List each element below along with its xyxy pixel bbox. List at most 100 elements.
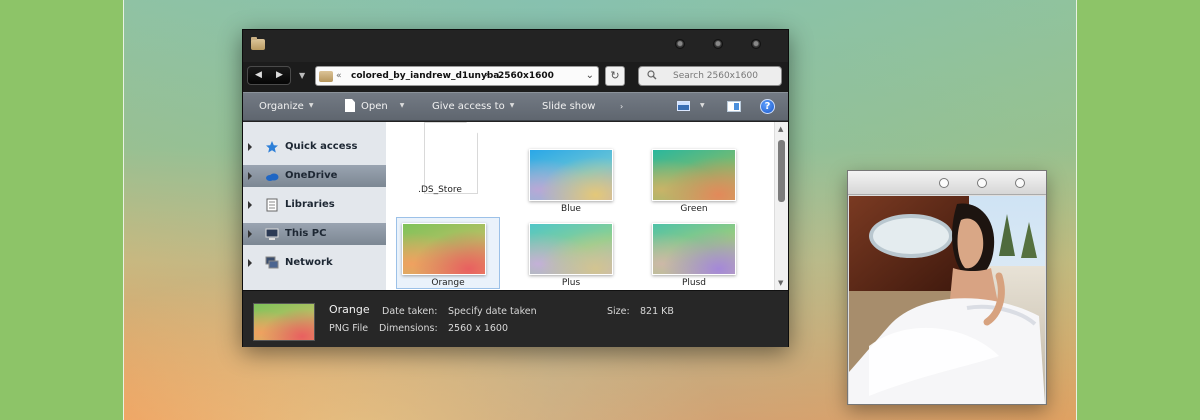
dimensions-label: Dimensions: [379, 323, 438, 334]
explorer-window: ◀ ▶ ▼ « colored_by_iandrew_d1unyba › 256… [242, 29, 789, 347]
nav-label: OneDrive [285, 170, 338, 181]
address-overflow-chevron[interactable]: « [336, 71, 342, 81]
chevron-down-icon: ▼ [399, 102, 405, 109]
help-icon[interactable]: ? [760, 99, 775, 114]
back-button[interactable]: ◀ [255, 71, 262, 80]
library-icon [266, 198, 278, 212]
navigation-pane: Quick access OneDrive Libraries This PC … [243, 122, 386, 290]
nav-label: Network [285, 257, 333, 268]
file-item-green[interactable]: Green [642, 149, 738, 221]
vertical-scrollbar[interactable]: ▲ ▼ [774, 122, 788, 290]
nav-item-quick-access[interactable]: Quick access [243, 136, 386, 158]
file-item-ds-store[interactable]: .DS_Store [388, 122, 484, 202]
expand-arrow-icon[interactable] [248, 201, 252, 209]
scroll-up-icon[interactable]: ▲ [778, 125, 783, 133]
details-pane: Orange PNG File Date taken: Specify date… [243, 290, 788, 347]
dimensions-value: 2560 x 1600 [448, 323, 509, 334]
date-taken-value[interactable]: Specify date taken [448, 306, 537, 317]
navigation-buttons: ◀ ▶ [247, 66, 291, 85]
open-button[interactable]: Open ▼ [345, 99, 404, 112]
open-label: Open [361, 101, 388, 112]
expand-arrow-icon[interactable] [248, 230, 252, 238]
breadcrumb-separator[interactable]: › [485, 70, 489, 80]
view-options-chevron[interactable]: ▼ [700, 102, 705, 109]
search-placeholder: Search 2560x1600 [673, 71, 758, 81]
file-name: Blue [561, 204, 581, 214]
file-list: .DS_Store Blue Green Orange Plus Plusd [386, 122, 774, 290]
organize-button[interactable]: Organize ▼ [259, 101, 313, 112]
maximize-button[interactable] [713, 39, 723, 49]
chevron-down-icon[interactable]: ⌄ [586, 70, 594, 81]
image-thumbnail [402, 223, 486, 275]
image-thumbnail [529, 223, 613, 275]
details-file-name: Orange [329, 303, 370, 316]
title-bar[interactable] [243, 30, 788, 62]
guide-line-right [1076, 0, 1077, 420]
file-item-blue[interactable]: Blue [519, 149, 615, 221]
breadcrumb-current[interactable]: 2560x1600 [498, 71, 554, 81]
slideshow-label: Slide show [542, 101, 596, 112]
folder-icon [319, 71, 333, 82]
document-icon [345, 99, 355, 112]
organize-label: Organize [259, 101, 304, 112]
forward-button[interactable]: ▶ [276, 71, 283, 80]
photo-viewer-window [847, 170, 1047, 405]
photo-title-bar[interactable] [848, 171, 1046, 195]
recent-locations-button[interactable]: ▼ [299, 71, 305, 80]
scroll-down-icon[interactable]: ▼ [778, 279, 783, 287]
close-button[interactable] [751, 39, 761, 49]
folder-icon [251, 37, 265, 50]
image-thumbnail [652, 149, 736, 201]
more-commands-chevron[interactable]: › [620, 102, 623, 111]
close-button[interactable] [1015, 178, 1025, 188]
maximize-button[interactable] [977, 178, 987, 188]
file-item-plusd[interactable]: Plusd [642, 223, 738, 290]
command-bar: Organize ▼ Open ▼ Give access to ▼ Slide sh… [243, 92, 788, 121]
file-name: Plus [561, 278, 581, 288]
details-thumbnail [253, 303, 315, 341]
nav-label: This PC [285, 228, 327, 239]
size-value: 821 KB [640, 306, 674, 317]
star-icon [266, 141, 278, 153]
minimize-button[interactable] [939, 178, 949, 188]
size-label: Size: [607, 306, 630, 317]
search-icon [647, 70, 657, 80]
image-thumbnail [652, 223, 736, 275]
preview-pane-icon[interactable] [727, 101, 741, 112]
photo-illustration [849, 196, 1045, 404]
file-name: Orange [431, 278, 465, 288]
chevron-down-icon: ▼ [509, 102, 515, 109]
cloud-icon [266, 173, 279, 181]
scrollbar-thumb[interactable] [778, 140, 785, 202]
document-icon [424, 122, 478, 194]
minimize-button[interactable] [675, 39, 685, 49]
expand-arrow-icon[interactable] [248, 172, 252, 180]
nav-label: Libraries [285, 199, 335, 210]
network-icon [265, 256, 279, 269]
date-taken-label: Date taken: [382, 306, 438, 317]
search-input[interactable]: Search 2560x1600 [638, 66, 782, 86]
give-access-button[interactable]: Give access to ▼ [432, 101, 514, 112]
nav-item-this-pc[interactable]: This PC [243, 223, 386, 245]
file-name: .DS_Store [418, 185, 462, 195]
expand-arrow-icon[interactable] [248, 259, 252, 267]
expand-arrow-icon[interactable] [248, 143, 252, 151]
change-view-icon[interactable] [677, 101, 690, 111]
breadcrumb-parent[interactable]: colored_by_iandrew_d1unyba [351, 71, 499, 81]
file-item-plus[interactable]: Plus [519, 223, 615, 290]
file-name: Green [680, 204, 708, 214]
address-row: ◀ ▶ ▼ « colored_by_iandrew_d1unyba › 256… [243, 62, 788, 92]
nav-label: Quick access [285, 141, 358, 152]
address-bar[interactable]: « colored_by_iandrew_d1unyba › 2560x1600… [315, 66, 599, 86]
photo-image [849, 196, 1045, 404]
guide-line-left [123, 0, 124, 420]
file-item-orange[interactable]: Orange [396, 217, 500, 290]
refresh-button[interactable]: ↻ [605, 66, 625, 86]
nav-item-onedrive[interactable]: OneDrive [243, 165, 386, 187]
computer-icon [265, 228, 279, 240]
slideshow-button[interactable]: Slide show [542, 101, 595, 112]
give-access-label: Give access to [432, 101, 505, 112]
details-file-type: PNG File [329, 323, 369, 334]
nav-item-libraries[interactable]: Libraries [243, 194, 386, 216]
nav-item-network[interactable]: Network [243, 252, 386, 274]
